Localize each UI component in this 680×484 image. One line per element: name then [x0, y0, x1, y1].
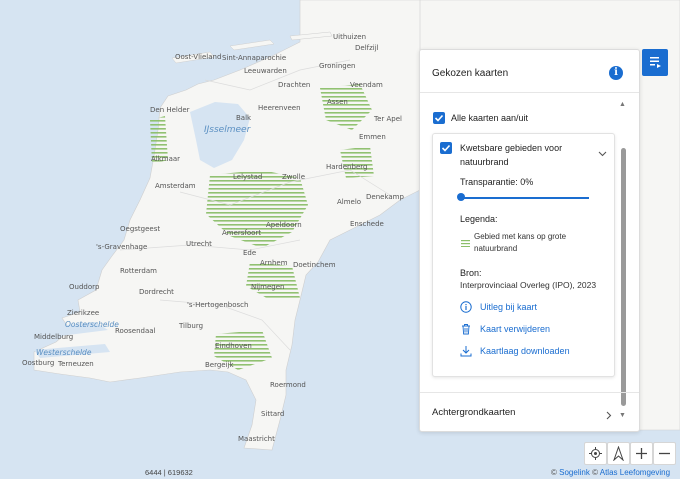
copyright-symbol: © [592, 468, 598, 477]
city-label: Zierikzee [67, 309, 100, 317]
layer-title: Kwetsbare gebieden voor natuurbrand [460, 143, 563, 167]
atlas-link[interactable]: Atlas Leefomgeving [600, 468, 670, 477]
chevron-right-icon[interactable] [606, 407, 612, 425]
legend-item-text: Gebied met kans op grote natuurbrand [474, 232, 567, 253]
zoom-in-button[interactable] [630, 442, 653, 465]
panel-title: Gekozen kaarten [432, 68, 509, 79]
city-label: Roosendaal [115, 327, 156, 335]
city-label: Denekamp [366, 193, 404, 201]
city-label: Drachten [278, 81, 311, 89]
legend-swatch-icon [461, 234, 470, 248]
layer-card: Kwetsbare gebieden voor natuurbrand Tran… [432, 133, 615, 377]
scroll-up-arrow-icon[interactable]: ▲ [619, 101, 626, 108]
city-label: Zwolle [282, 173, 305, 181]
copyright: © Sogelink © Atlas Leefomgeving [551, 468, 670, 477]
north-arrow-button[interactable] [607, 442, 630, 465]
legend-label: Legenda: [460, 214, 498, 224]
city-label: Middelburg [34, 333, 74, 341]
chevron-down-icon[interactable] [598, 144, 607, 162]
city-label: Uithuizen [333, 33, 367, 41]
city-label: Oegstgeest [120, 225, 161, 233]
zoom-out-button[interactable] [653, 442, 676, 465]
panel-scrollbar[interactable] [621, 148, 626, 406]
info-circle-icon [460, 301, 472, 315]
city-label: Roermond [270, 381, 306, 389]
north-arrow-icon [612, 445, 625, 466]
water-label: IJsselmeer [204, 125, 251, 135]
locate-icon [589, 447, 602, 465]
city-label: Arnhem [260, 259, 288, 267]
city-label: Lelystad [233, 173, 263, 181]
download-layer-label[interactable]: Kaartlaag downloaden [480, 346, 570, 356]
city-label: Oost-Vlieland [175, 53, 222, 61]
city-label: Tilburg [179, 322, 204, 330]
transparency-slider-track[interactable] [461, 197, 589, 199]
city-label: Amsterdam [155, 182, 196, 190]
city-label: Almelo [337, 198, 362, 206]
city-label: Nijmegen [251, 283, 285, 291]
city-label: Sint-Annaparochie [222, 54, 287, 62]
city-label: Ede [243, 249, 257, 257]
trash-icon [460, 323, 472, 337]
city-label: 's-Hertogenbosch [187, 301, 249, 309]
layer-checkbox[interactable] [440, 142, 452, 154]
city-label: Heerenveen [258, 104, 301, 112]
city-label: Utrecht [186, 240, 212, 248]
source-label: Bron: [460, 268, 482, 278]
selected-maps-panel: Gekozen kaarten i ▲ Alle kaarten aan/uit… [419, 49, 640, 432]
city-label: Eindhoven [215, 342, 252, 350]
panel-header: Gekozen kaarten i [420, 50, 639, 93]
water-label: Oosterschelde [65, 320, 119, 329]
city-label: Hardenberg [326, 163, 368, 171]
remove-map-label[interactable]: Kaart verwijderen [480, 324, 550, 334]
city-label: Veendam [350, 81, 383, 89]
copyright-symbol: © [551, 468, 557, 477]
zoom-in-icon [635, 447, 648, 465]
city-label: Ouddorp [69, 283, 100, 291]
city-label: Terneuzen [58, 360, 94, 368]
explain-map-label[interactable]: Uitleg bij kaart [480, 302, 537, 312]
city-label: Rotterdam [120, 267, 157, 275]
city-label: Den Helder [150, 106, 190, 114]
background-maps-row[interactable]: Achtergrondkaarten [420, 392, 639, 431]
city-label: Emmen [359, 133, 386, 141]
background-maps-label[interactable]: Achtergrondkaarten [432, 407, 515, 418]
city-label: Delfzijl [355, 44, 379, 52]
transparency-slider-handle[interactable] [457, 193, 465, 201]
locate-button[interactable] [584, 442, 607, 465]
city-label: Alkmaar [151, 155, 181, 163]
sogelink-link[interactable]: Sogelink [559, 468, 590, 477]
city-label: Apeldoorn [266, 221, 302, 229]
water-label: Westerschelde [36, 348, 92, 357]
all-layers-checkbox[interactable] [433, 112, 445, 124]
city-label: Bergeijk [205, 361, 234, 369]
city-label: Maastricht [238, 435, 275, 443]
city-label: Doetinchem [293, 261, 336, 269]
city-label: 's-Gravenhage [96, 243, 148, 251]
layers-toggle-button[interactable] [642, 49, 668, 76]
all-layers-label[interactable]: Alle kaarten aan/uit [451, 113, 528, 123]
city-label: Sittard [261, 410, 285, 418]
city-label: Groningen [319, 62, 356, 70]
download-icon [460, 345, 472, 359]
city-label: Leeuwarden [244, 67, 287, 75]
source-value: Interprovinciaal Overleg (IPO), 2023 [460, 280, 597, 290]
city-label: Oostburg [22, 359, 55, 367]
city-label: Balk [236, 114, 252, 122]
city-label: Ter Apel [374, 115, 402, 123]
city-label: Assen [327, 98, 348, 106]
city-label: Enschede [350, 220, 384, 228]
city-label: Amersfoort [222, 229, 262, 237]
city-label: Dordrecht [139, 288, 174, 296]
transparency-label: Transparantie: 0% [460, 177, 534, 187]
layers-list-icon [649, 56, 662, 74]
zoom-out-icon [658, 447, 671, 465]
info-icon[interactable]: i [609, 66, 623, 80]
coordinates-readout: 6444 | 619632 [145, 468, 193, 477]
